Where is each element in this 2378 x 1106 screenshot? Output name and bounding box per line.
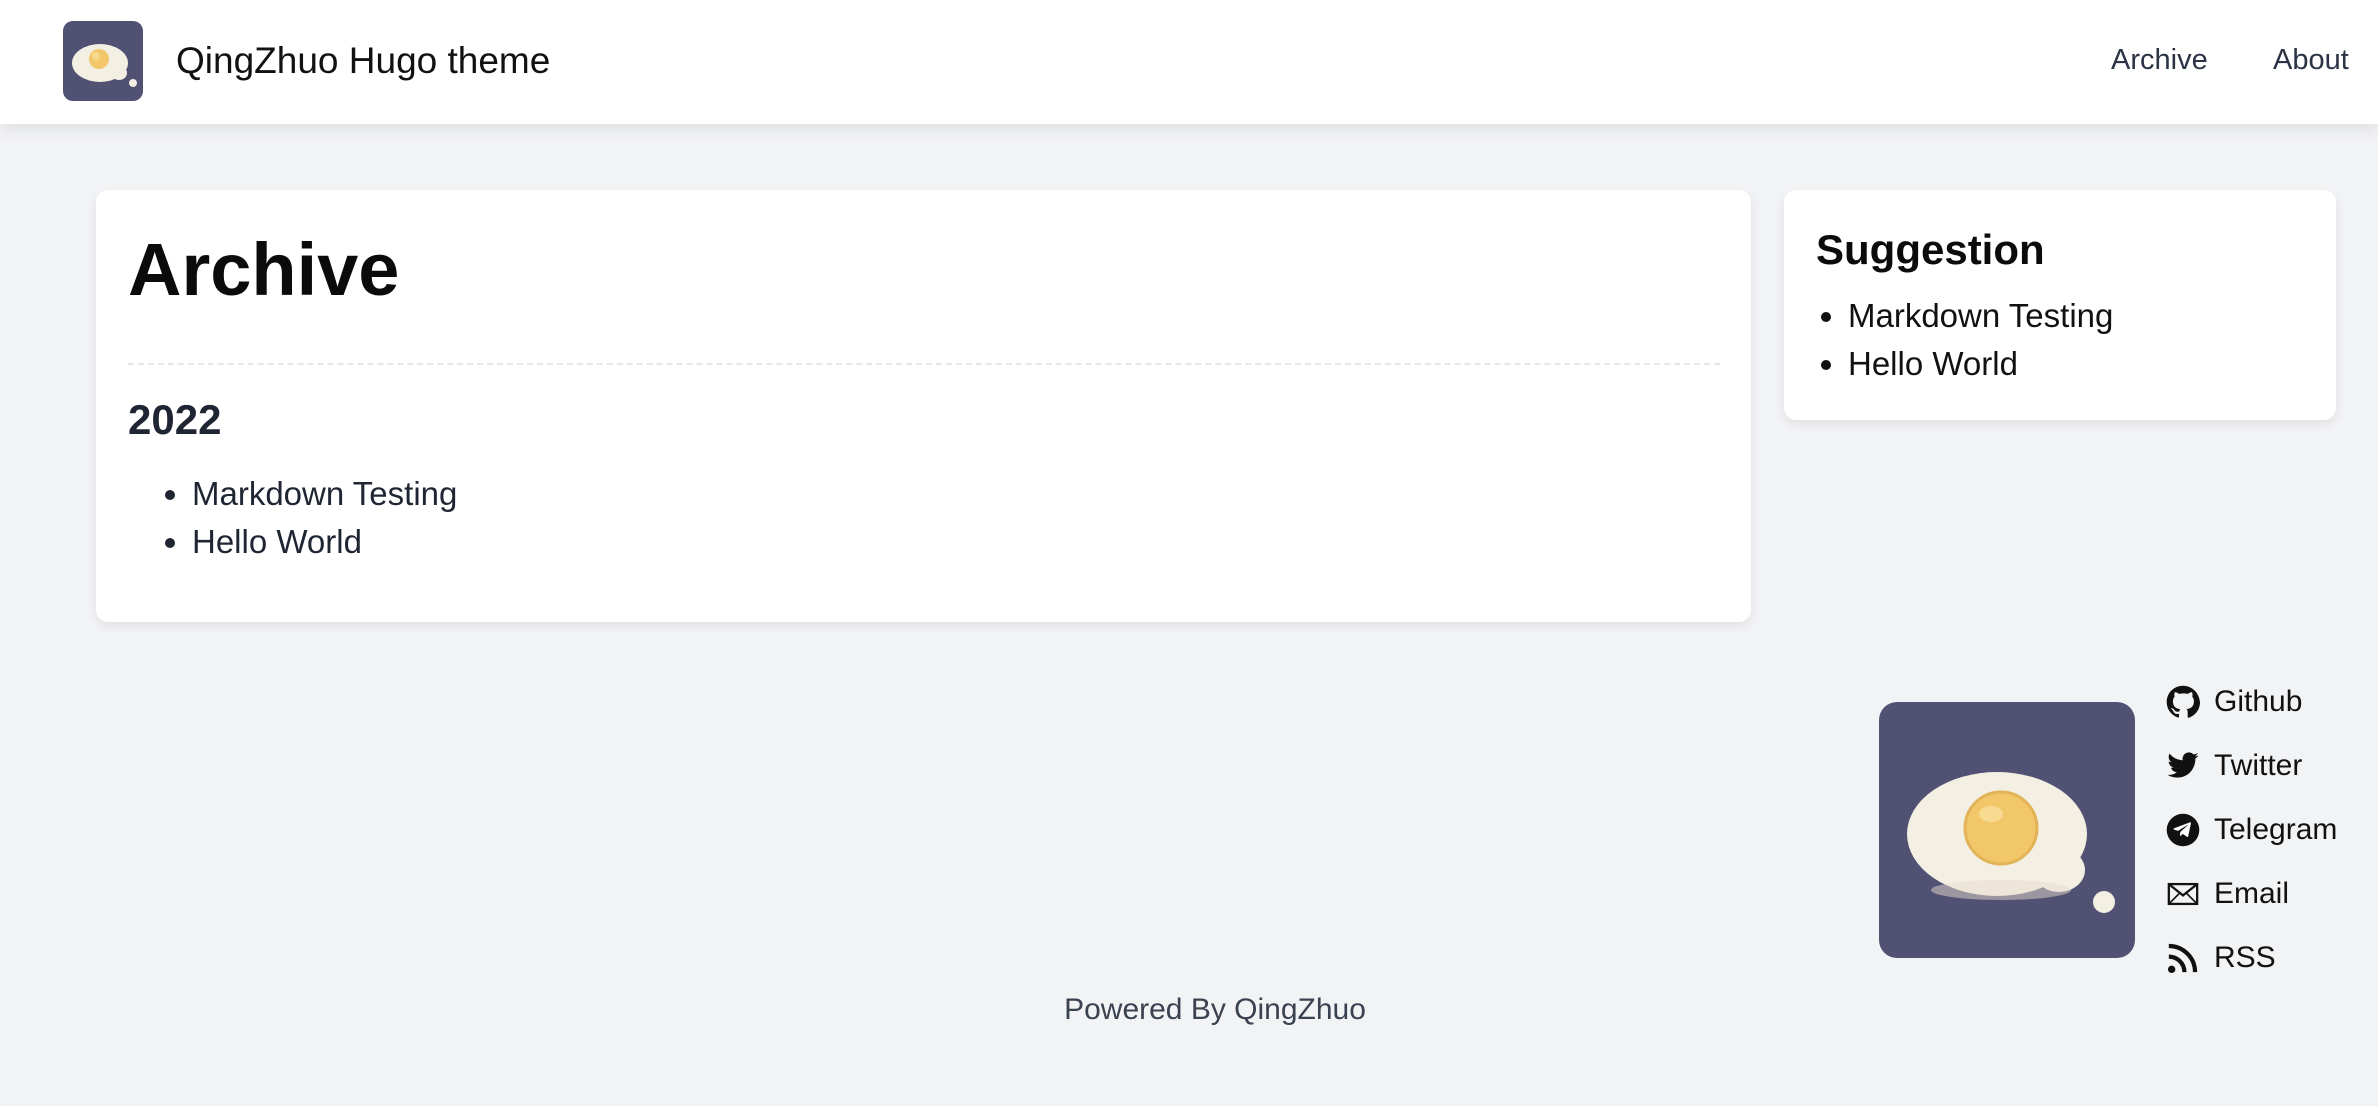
social-label-telegram: Telegram xyxy=(2214,813,2338,846)
site-logo[interactable] xyxy=(63,21,143,101)
suggestion-list: Markdown Testing Hello World xyxy=(1816,292,2113,388)
social-label-email: Email xyxy=(2214,877,2290,910)
social-label-rss: RSS xyxy=(2214,941,2276,974)
archive-card: Archive 2022 Markdown Testing Hello Worl… xyxy=(96,190,1751,622)
suggestion-link-markdown-testing[interactable]: Markdown Testing xyxy=(1848,292,2113,340)
suggestion-link-hello-world[interactable]: Hello World xyxy=(1848,340,2113,388)
fried-egg-avatar-icon xyxy=(1907,772,2115,913)
site-title[interactable]: QingZhuo Hugo theme xyxy=(176,36,550,86)
nav-archive-link[interactable]: Archive xyxy=(2111,40,2208,80)
twitter-icon xyxy=(2167,752,2199,778)
suggestion-card: Suggestion Markdown Testing Hello World xyxy=(1784,190,2336,420)
author-avatar xyxy=(1879,702,2135,958)
year-heading: 2022 xyxy=(128,396,222,443)
social-label-twitter: Twitter xyxy=(2214,749,2303,782)
nav-about-link[interactable]: About xyxy=(2273,40,2349,80)
social-link-twitter[interactable]: Twitter xyxy=(2166,746,2302,786)
page-title: Archive xyxy=(128,228,400,311)
social-link-rss[interactable]: RSS xyxy=(2166,938,2276,978)
social-label-github: Github xyxy=(2214,685,2303,718)
post-link-hello-world[interactable]: Hello World xyxy=(192,518,457,566)
github-icon xyxy=(2166,685,2200,718)
social-link-telegram[interactable]: Telegram xyxy=(2166,810,2337,850)
site-header: QingZhuo Hugo theme Archive About xyxy=(0,0,2378,124)
footer-powered-by: Powered By QingZhuo xyxy=(1064,993,1366,1026)
telegram-icon xyxy=(2166,813,2200,847)
post-list: Markdown Testing Hello World xyxy=(128,470,457,566)
rss-icon xyxy=(2167,943,2198,974)
post-link-markdown-testing[interactable]: Markdown Testing xyxy=(192,470,457,518)
title-divider xyxy=(128,363,1720,365)
social-link-email[interactable]: Email xyxy=(2166,874,2289,914)
fried-egg-logo-icon xyxy=(72,44,137,87)
email-icon xyxy=(2167,882,2199,906)
suggestion-title: Suggestion xyxy=(1816,226,2045,273)
social-link-github[interactable]: Github xyxy=(2166,682,2302,722)
